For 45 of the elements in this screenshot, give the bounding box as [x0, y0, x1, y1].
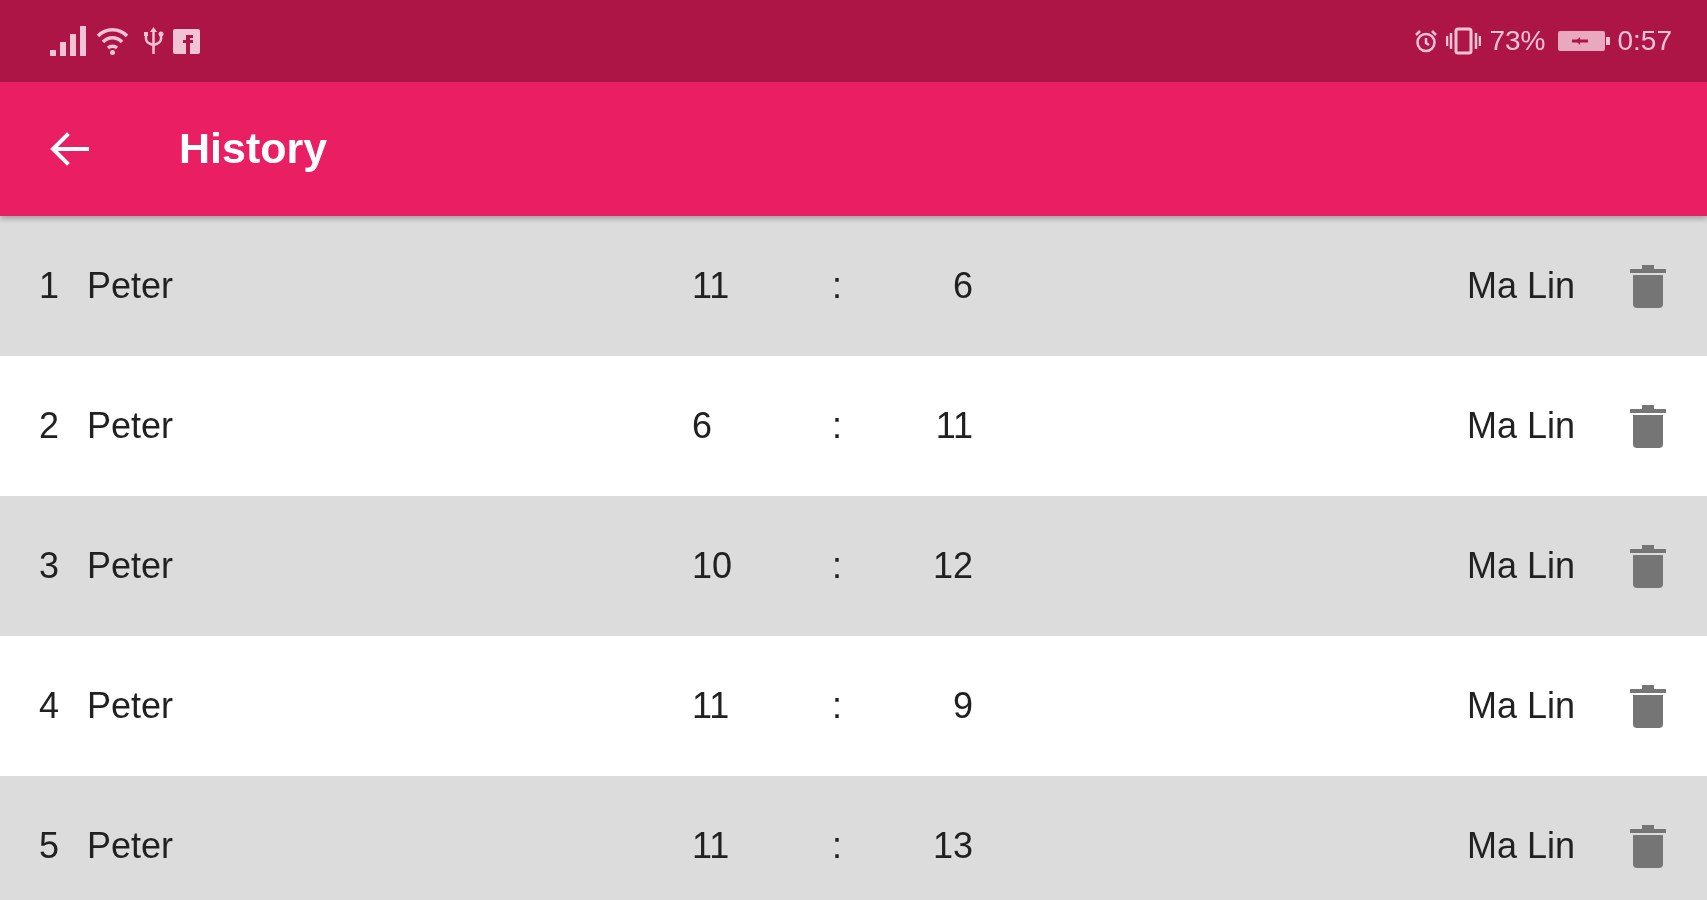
row-number: 2 [39, 405, 60, 447]
row-number: 1 [39, 265, 60, 307]
usb-icon [142, 27, 165, 55]
score-separator: : [832, 685, 842, 727]
player-name: Peter [87, 825, 174, 867]
signal-icon [50, 26, 87, 56]
player-name: Peter [87, 685, 174, 727]
player-name: Ma Lin [1466, 265, 1575, 307]
score-value: 6 [952, 265, 973, 307]
alarm-icon [1414, 29, 1439, 53]
row-number: 4 [39, 685, 60, 727]
score-value: 11 [692, 265, 730, 307]
screen-title: History [179, 123, 328, 175]
score-value: 11 [935, 405, 973, 447]
player-name: Ma Lin [1466, 545, 1575, 587]
score-separator: : [832, 265, 842, 307]
score-separator: : [832, 405, 842, 447]
clock-time: 0:57 [1617, 27, 1672, 55]
player-name: Ma Lin [1466, 685, 1575, 727]
player-name: Ma Lin [1466, 825, 1575, 867]
row-number: 3 [39, 545, 60, 587]
row-number: 5 [39, 825, 60, 867]
battery-percentage: 73% [1489, 27, 1546, 55]
score-value: 13 [932, 825, 973, 867]
wifi-icon [95, 27, 130, 55]
score-separator: : [832, 545, 842, 587]
player-name: Peter [87, 545, 174, 587]
vibrate-icon [1446, 27, 1482, 55]
score-value: 11 [692, 685, 730, 727]
score-value: 12 [932, 545, 973, 587]
score-value: 11 [692, 825, 730, 867]
app-notification-icon [173, 28, 200, 54]
player-name: Ma Lin [1466, 405, 1575, 447]
trash-icon[interactable] [1630, 404, 1666, 448]
trash-icon[interactable] [1630, 684, 1666, 728]
score-value: 6 [692, 405, 713, 447]
score-separator: : [832, 825, 842, 867]
trash-icon[interactable] [1630, 544, 1666, 588]
score-value: 9 [952, 685, 973, 727]
trash-icon[interactable] [1630, 264, 1666, 308]
score-value: 10 [692, 545, 733, 587]
trash-icon[interactable] [1630, 824, 1666, 868]
player-name: Peter [87, 265, 174, 307]
battery-icon [1557, 31, 1610, 51]
player-name: Peter [87, 405, 174, 447]
